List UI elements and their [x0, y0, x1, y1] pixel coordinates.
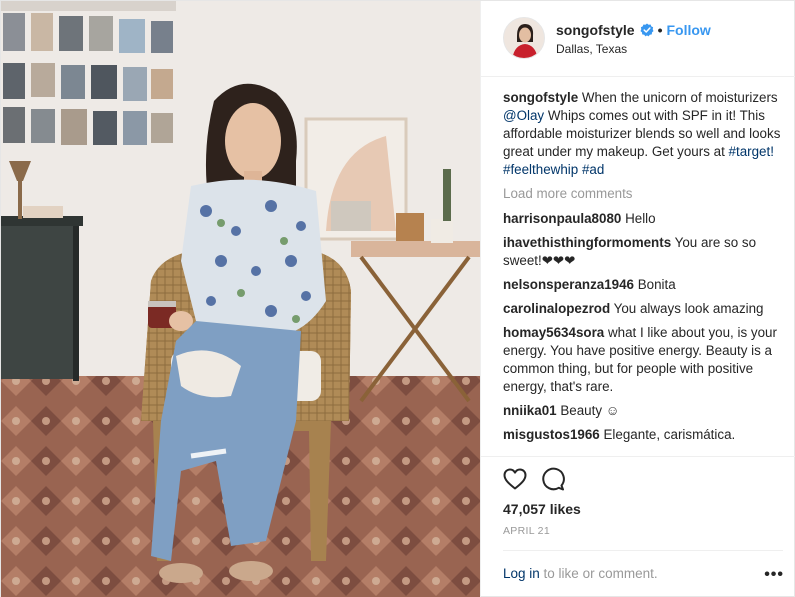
username-row: songofstyle • Follow — [556, 22, 711, 38]
caption-text-1: When the unicorn of moisturizers — [578, 90, 778, 105]
caption: songofstyle When the unicorn of moisturi… — [503, 89, 783, 179]
avatar-image — [504, 18, 544, 58]
post-photo[interactable] — [1, 1, 480, 597]
comment-item: misgustos1966 Elegante, carismática. — [503, 426, 783, 444]
post-side-panel: songofstyle • Follow Dallas, Texas songo… — [480, 1, 795, 597]
comment-username[interactable]: ihavethisthingformoments — [503, 235, 671, 250]
comment-text: Bonita — [637, 277, 676, 292]
comments-list: songofstyle When the unicorn of moisturi… — [503, 89, 783, 450]
speech-bubble-icon[interactable] — [541, 467, 565, 491]
hashtag-link[interactable]: #feelthewhip — [503, 162, 578, 177]
avatar[interactable] — [503, 17, 545, 59]
comment-username[interactable]: harrisonpaula8080 — [503, 211, 621, 226]
ellipsis-icon[interactable]: ••• — [764, 566, 784, 584]
separator-dot: • — [657, 22, 663, 38]
load-more-comments-button[interactable]: Load more comments — [503, 185, 783, 203]
verified-badge-icon — [640, 23, 654, 37]
likes-count[interactable]: 47,057 likes — [503, 501, 581, 517]
comment-text: You always look amazing — [613, 301, 764, 316]
comment-username[interactable]: homay5634sora — [503, 325, 604, 340]
comment-item: ihavethisthingformoments You are so so s… — [503, 234, 783, 270]
location-link[interactable]: Dallas, Texas — [556, 42, 627, 56]
comment-text: Elegante, carismática. — [603, 427, 736, 442]
heart-outline-icon[interactable] — [503, 468, 527, 490]
hashtag-link[interactable]: #ad — [582, 162, 604, 177]
login-prompt: Log in to like or comment. — [503, 566, 658, 581]
comment-text: Beauty ☺ — [560, 403, 620, 418]
comment-item: homay5634sora what I like about you, is … — [503, 324, 783, 396]
login-link[interactable]: Log in — [503, 566, 540, 581]
comment-item: harrisonpaula8080 Hello — [503, 210, 783, 228]
comment-item: nelsonsperanza1946 Bonita — [503, 276, 783, 294]
mention-link[interactable]: @Olay — [503, 108, 544, 123]
comment-username[interactable]: nniika01 — [503, 403, 557, 418]
comment-item: carolinalopezrod You always look amazing — [503, 300, 783, 318]
comment-username[interactable]: misgustos1966 — [503, 427, 600, 442]
hashtag-link[interactable]: #target! — [729, 144, 774, 159]
follow-button[interactable]: Follow — [666, 22, 710, 38]
footer-divider — [503, 550, 783, 551]
caption-username[interactable]: songofstyle — [503, 90, 578, 105]
comment-username[interactable]: carolinalopezrod — [503, 301, 610, 316]
comment-username[interactable]: nelsonsperanza1946 — [503, 277, 634, 292]
comment-text: Hello — [625, 211, 656, 226]
post-header: songofstyle • Follow Dallas, Texas — [481, 1, 795, 77]
instagram-post: songofstyle • Follow Dallas, Texas songo… — [0, 0, 795, 597]
photo-illustration — [1, 1, 480, 597]
login-prompt-text: to like or comment. — [539, 566, 658, 581]
actions-divider — [481, 456, 795, 457]
username[interactable]: songofstyle — [556, 22, 635, 38]
post-date: APRIL 21 — [503, 525, 550, 537]
comment-item: nniika01 Beauty ☺ — [503, 402, 783, 420]
